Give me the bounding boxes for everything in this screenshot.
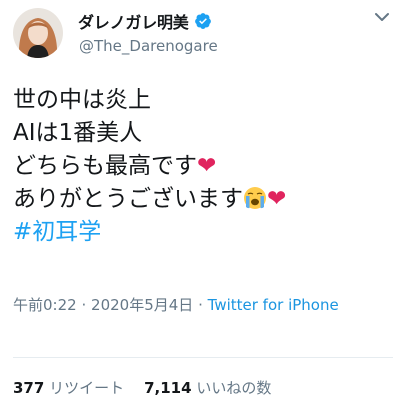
like-stat[interactable]: 7,114 いいねの数 bbox=[144, 379, 271, 397]
tweet-line-text: どちらも最高です bbox=[13, 153, 197, 179]
red-heart-emoji: ❤ bbox=[267, 186, 287, 212]
chevron-down-icon[interactable] bbox=[374, 11, 390, 23]
tweet-line: 世の中は炎上 bbox=[13, 87, 151, 113]
hashtag-link[interactable]: #初耳学 bbox=[13, 216, 396, 249]
like-label: いいねの数 bbox=[196, 379, 272, 397]
meta-separator: · bbox=[198, 296, 203, 314]
retweet-stat[interactable]: 377 リツイート bbox=[13, 379, 124, 397]
tweet-card: ダレノガレ明美 @The_Darenogare 世の中は炎上 AIは1番美人 ど… bbox=[0, 0, 406, 405]
tweet-meta: 午前0:22 · 2020年5月4日 · Twitter for iPhone bbox=[13, 293, 353, 317]
verified-badge-icon bbox=[194, 13, 211, 29]
tweet-stats: 377 リツイート 7,114 いいねの数 bbox=[13, 377, 271, 398]
meta-separator: · bbox=[81, 296, 87, 314]
tweet-line: AIは1番美人 bbox=[13, 120, 143, 146]
retweet-count: 377 bbox=[13, 379, 45, 397]
loudly-crying-face-emoji bbox=[244, 187, 266, 209]
author-handle[interactable]: @The_Darenogare bbox=[79, 37, 218, 55]
tweet-time[interactable]: 午前0:22 bbox=[13, 296, 77, 314]
tweet-date[interactable]: 2020年5月4日 bbox=[91, 296, 193, 314]
display-name[interactable]: ダレノガレ明美 bbox=[78, 9, 189, 33]
tweet-source-link[interactable]: Twitter for iPhone bbox=[208, 296, 339, 314]
author-name-row[interactable]: ダレノガレ明美 bbox=[78, 9, 212, 33]
like-count: 7,114 bbox=[144, 379, 192, 397]
tweet-line: どちらも最高です❤ bbox=[13, 150, 396, 183]
divider bbox=[13, 357, 393, 358]
retweet-label: リツイート bbox=[49, 379, 125, 397]
tweet-line-text: ありがとうございます bbox=[13, 186, 243, 212]
tweet-text: 世の中は炎上 AIは1番美人 どちらも最高です❤ ありがとうございます ❤ #初… bbox=[13, 84, 396, 249]
tweet-line: ありがとうございます ❤ bbox=[13, 183, 396, 216]
red-heart-emoji: ❤ bbox=[197, 153, 217, 179]
avatar[interactable] bbox=[13, 8, 63, 58]
